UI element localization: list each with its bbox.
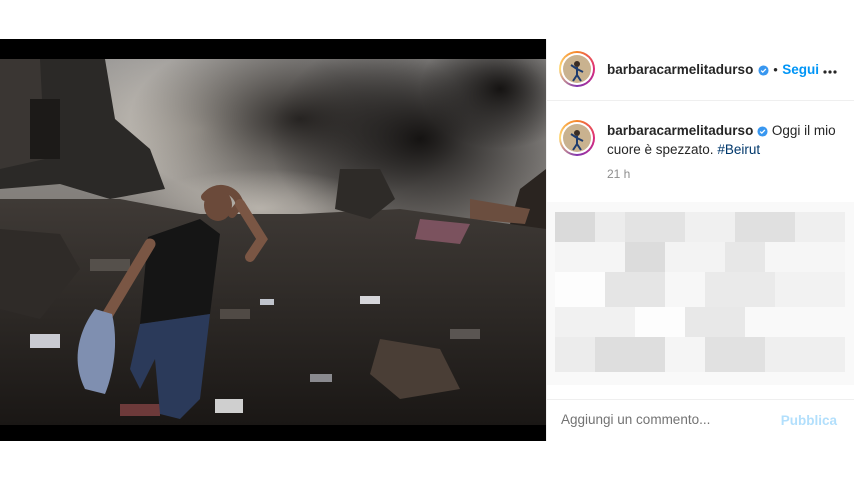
post-sidebar: barbaracarmelitadurso • Segui barbaracar… [546, 39, 854, 441]
user-avatar[interactable] [559, 51, 595, 87]
more-horizontal-icon[interactable] [823, 61, 837, 79]
verified-badge-icon [757, 124, 768, 141]
header-separator: • [773, 62, 778, 77]
header-user-line: barbaracarmelitadurso • Segui [607, 61, 819, 81]
post-header: barbaracarmelitadurso • Segui [547, 39, 854, 101]
post-timestamp: 21 h [607, 167, 631, 181]
post-photo [0, 59, 546, 425]
verified-badge-icon [758, 63, 769, 81]
header-username[interactable]: barbaracarmelitadurso [607, 62, 753, 77]
caption-username[interactable]: barbaracarmelitadurso [607, 123, 753, 138]
caption-avatar[interactable] [559, 120, 595, 156]
comment-input[interactable] [561, 412, 771, 427]
publish-button[interactable]: Pubblica [781, 413, 837, 428]
post-image-container[interactable] [0, 39, 546, 441]
instagram-post: barbaracarmelitadurso • Segui barbaracar… [0, 39, 854, 441]
blurred-comments-area [547, 202, 854, 385]
hashtag-link[interactable]: #Beirut [717, 142, 760, 157]
caption-text: barbaracarmelitadurso Oggi il mio cuore … [607, 122, 842, 158]
comment-bar: Pubblica [547, 399, 854, 441]
follow-button[interactable]: Segui [782, 62, 819, 77]
